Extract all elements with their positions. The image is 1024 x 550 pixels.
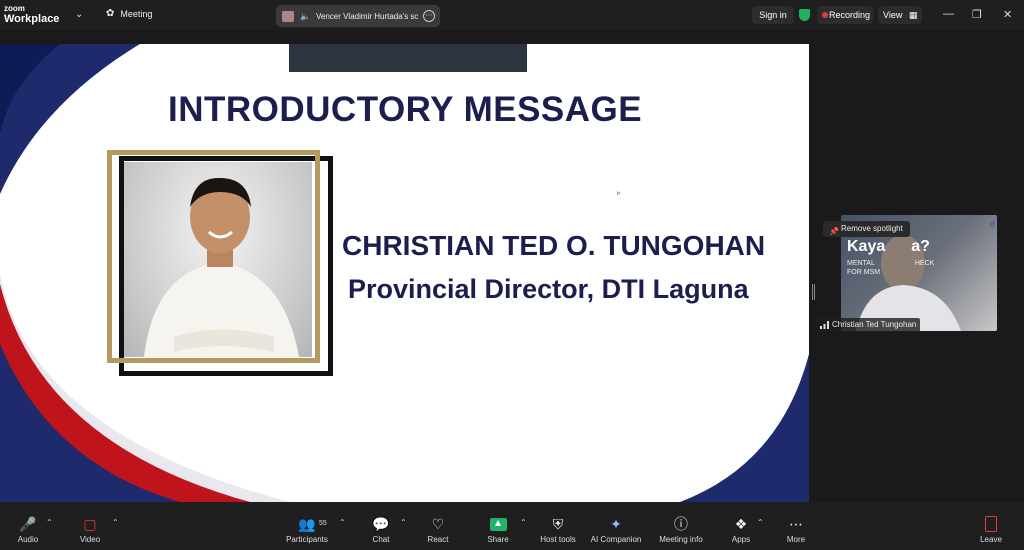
chat-label: Chat	[372, 535, 390, 544]
sign-in-button[interactable]: Sign in	[752, 6, 794, 24]
participants-label: Participants	[286, 535, 328, 544]
virtual-bg-subtext: MENTAL HECK FOR MSM	[847, 259, 934, 277]
more-options-icon[interactable]: ⋯	[423, 10, 435, 22]
virtual-bg-word-1: Kaya	[847, 238, 886, 255]
restore-icon[interactable]: ❐	[972, 8, 982, 21]
participants-icon: 👥	[298, 516, 316, 532]
sparkle-icon: ✦	[610, 516, 622, 532]
tab-meeting-label: Meeting	[120, 8, 153, 19]
host-tools-button[interactable]: ⛨ Host tools	[528, 514, 588, 544]
share-icon-wrap	[468, 514, 528, 534]
shared-screen-label: Vencer Vladimir Hurtada's sc	[315, 11, 419, 21]
logo-workplace-text: Workplace	[4, 13, 60, 25]
share-screen-icon	[489, 518, 507, 531]
shield-check-icon[interactable]	[799, 9, 810, 21]
speaker-icon: 🔈	[300, 11, 310, 21]
virtual-bg-line-1a: MENTAL	[847, 260, 875, 267]
shield-icon: ⛨	[552, 516, 564, 532]
heart-icon: ♡	[431, 516, 445, 532]
view-button[interactable]: View ▦	[878, 6, 922, 24]
meeting-info-button[interactable]: ⓘ Meeting info	[651, 514, 711, 544]
meeting-toolbar: 🎤 Audio ⌃ ▢ Video ⌃ 👥 Participants 55 ⌃ …	[0, 502, 1024, 550]
video-options-caret[interactable]: ⌃	[112, 518, 119, 527]
more-button[interactable]: ⋯ More	[766, 514, 826, 544]
avatar	[282, 10, 294, 22]
leave-icon-wrap	[961, 514, 1021, 534]
participants-count: 55	[319, 520, 327, 527]
apps-label: Apps	[731, 535, 751, 544]
participants-options-caret[interactable]: ⌃	[339, 518, 346, 527]
minimize-icon[interactable]: —	[943, 8, 954, 20]
person-icon	[144, 177, 299, 357]
signal-icon	[820, 321, 829, 329]
apps-options-caret[interactable]: ⌃	[757, 518, 764, 527]
recording-dot-icon	[822, 12, 828, 18]
pin-icon: 📌	[829, 227, 839, 236]
view-grid-icon: ▦	[908, 10, 918, 20]
share-options-caret[interactable]: ⌃	[520, 518, 527, 527]
shared-screen-tab[interactable]: 🔈 Vencer Vladimir Hurtada's sc ⋯	[276, 5, 440, 27]
participants-button[interactable]: 👥 Participants	[277, 514, 337, 544]
speaker-photo	[124, 162, 312, 357]
mouse-pointer-icon: ▹	[617, 190, 621, 197]
remove-spotlight-button[interactable]: 📌 Remove spotlight	[823, 221, 910, 237]
more-label: More	[786, 535, 806, 544]
paw-icon: ✿	[106, 8, 115, 19]
close-icon[interactable]: ✕	[1003, 8, 1012, 21]
virtual-bg-line-1b: HECK	[914, 260, 935, 267]
slide-title-text: INTRODUCTORY MESSAGE	[168, 90, 643, 129]
leave-button[interactable]: Leave	[961, 514, 1021, 544]
video-button[interactable]: ▢ Video	[60, 514, 120, 544]
view-label: View	[883, 10, 903, 20]
zoom-logo[interactable]: zoom Workplace	[4, 4, 60, 25]
recording-label: Recording	[829, 10, 871, 20]
virtual-bg-text: Kaya a?	[847, 238, 930, 256]
share-label: Share	[487, 535, 509, 544]
title-bar: zoom Workplace ⌄ ✿ Meeting 🔈 Vencer Vlad…	[0, 0, 1024, 30]
chat-options-caret[interactable]: ⌃	[400, 518, 407, 527]
remove-spotlight-label: Remove spotlight	[841, 224, 903, 233]
leave-icon	[985, 516, 997, 532]
chevron-down-icon[interactable]: ⌄	[75, 9, 83, 20]
tab-meeting[interactable]: ✿ Meeting	[106, 8, 152, 19]
audio-label: Audio	[17, 535, 39, 544]
meeting-info-label: Meeting info	[659, 535, 703, 544]
virtual-bg-word-2: a?	[911, 238, 930, 255]
shared-screen: INTRODUCTORY MESSAGE CHRISTIAN TED O. TU…	[0, 44, 809, 502]
react-button[interactable]: ♡ React	[408, 514, 468, 544]
panel-resize-handle[interactable]	[812, 284, 815, 300]
participant-name-tag: Christian Ted Tungohan	[816, 318, 921, 332]
speaker-name: CHRISTIAN TED O. TUNGOHAN	[342, 230, 766, 261]
info-icon: ⓘ	[674, 516, 688, 532]
dti-logo: d	[989, 219, 996, 229]
virtual-bg-line-2: FOR MSM	[847, 269, 881, 276]
recording-status[interactable]: Recording	[817, 6, 873, 24]
audio-options-caret[interactable]: ⌃	[46, 518, 53, 527]
video-off-icon: ▢	[83, 516, 97, 532]
ai-companion-button[interactable]: ✦ AI Companion	[586, 514, 646, 544]
host-tools-label: Host tools	[540, 535, 576, 544]
more-icon: ⋯	[789, 516, 803, 532]
speaker-role: Provincial Director, DTI Laguna	[348, 274, 749, 304]
participant-name: Christian Ted Tungohan	[832, 320, 917, 329]
leave-label: Leave	[980, 535, 1002, 544]
video-label: Video	[79, 535, 101, 544]
ai-companion-label: AI Companion	[590, 535, 642, 544]
react-label: React	[427, 535, 449, 544]
share-button[interactable]: Share	[468, 514, 528, 544]
slide-top-bar	[289, 44, 527, 72]
